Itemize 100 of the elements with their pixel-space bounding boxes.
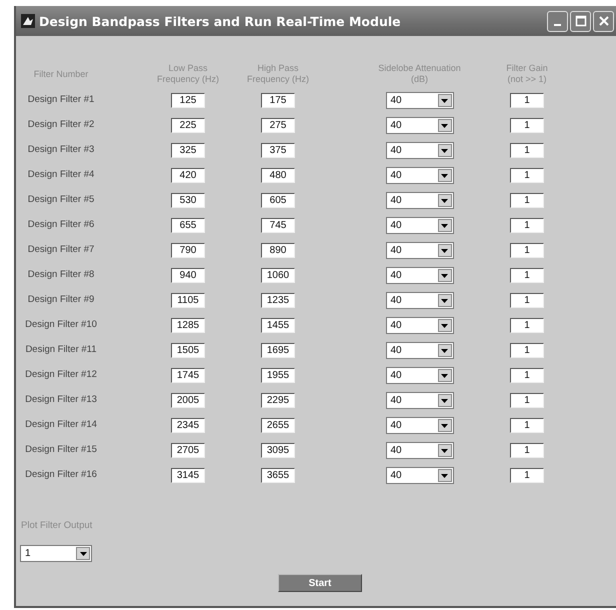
high-frequency-field[interactable]: 890 [261, 243, 295, 258]
high-frequency-field[interactable]: 480 [261, 168, 295, 183]
attenuation-dropdown[interactable]: 40 [386, 117, 454, 134]
column-header: High Pass Frequency (Hz) [246, 63, 310, 85]
attenuation-dropdown[interactable]: 40 [386, 467, 454, 484]
gain-field[interactable]: 1 [510, 368, 544, 383]
attenuation-dropdown[interactable]: 40 [386, 392, 454, 409]
attenuation-dropdown[interactable]: 40 [386, 217, 454, 234]
attenuation-dropdown[interactable]: 40 [386, 267, 454, 284]
start-button[interactable]: Start [278, 574, 362, 592]
low-frequency-field[interactable]: 125 [171, 93, 205, 108]
gain-field[interactable]: 1 [510, 418, 544, 433]
filter-label: Design Filter #11 [24, 344, 98, 354]
low-frequency-field[interactable]: 655 [171, 218, 205, 233]
caret-icon [441, 124, 448, 128]
gain-field[interactable]: 1 [510, 143, 544, 158]
caret-icon [441, 398, 448, 402]
high-frequency-field[interactable]: 175 [261, 93, 295, 108]
low-frequency-field[interactable]: 3145 [171, 468, 205, 483]
attenuation-dropdown[interactable]: 40 [386, 417, 454, 434]
low-frequency-field[interactable]: 1105 [171, 293, 205, 308]
window-title: Design Bandpass Filters and Run Real-Time Module [39, 14, 402, 28]
filter-label: Design Filter #16 [24, 468, 98, 480]
caret-icon [441, 248, 448, 252]
column-header: Filter Number [32, 68, 90, 80]
high-frequency-field[interactable]: 605 [261, 193, 295, 208]
low-frequency-field[interactable]: 325 [171, 143, 205, 158]
high-frequency-field[interactable]: 1060 [261, 268, 295, 283]
close-button[interactable] [593, 10, 614, 32]
high-frequency-field[interactable]: 745 [261, 218, 295, 233]
filter-label: Design Filter #4 [26, 168, 96, 180]
attenuation-dropdown[interactable]: 40 [386, 242, 454, 259]
filter-label: Design Filter #7 [26, 244, 96, 254]
high-frequency-field[interactable]: 375 [261, 143, 295, 158]
gain-field[interactable]: 1 [510, 393, 544, 408]
low-frequency-field[interactable]: 1745 [171, 368, 205, 383]
low-frequency-field[interactable]: 1505 [171, 343, 205, 358]
close-icon [598, 15, 610, 27]
low-frequency-field[interactable]: 790 [171, 243, 205, 258]
filter-label: Design Filter #10 [24, 318, 98, 330]
filter-label: Design Filter #8 [26, 268, 96, 280]
gain-field[interactable]: 1 [510, 118, 544, 133]
gain-field[interactable]: 1 [510, 193, 544, 208]
high-frequency-field[interactable]: 3655 [261, 468, 295, 483]
high-frequency-field[interactable]: 3095 [261, 443, 295, 458]
attenuation-dropdown[interactable]: 40 [386, 292, 454, 309]
filter-label: Design Filter #9 [26, 294, 96, 304]
gain-field[interactable]: 1 [510, 468, 544, 483]
filter-label: Design Filter #14 [24, 418, 98, 430]
high-frequency-field[interactable]: 1235 [261, 293, 295, 308]
caret-icon [441, 298, 448, 302]
caret-icon [441, 424, 448, 428]
filter-label: Design Filter #15 [24, 444, 98, 454]
gain-field[interactable]: 1 [510, 168, 544, 183]
column-header: Filter Gain (not >> 1) [505, 63, 549, 85]
gain-field[interactable]: 1 [510, 443, 544, 458]
gain-field[interactable]: 1 [510, 318, 544, 333]
gain-field[interactable]: 1 [510, 268, 544, 283]
minimize-button[interactable] [547, 10, 568, 32]
low-frequency-field[interactable]: 2005 [171, 393, 205, 408]
high-frequency-field[interactable]: 2295 [261, 393, 295, 408]
attenuation-dropdown[interactable]: 40 [386, 167, 454, 184]
low-frequency-field[interactable]: 225 [171, 118, 205, 133]
filter-label: Design Filter #2 [26, 118, 96, 130]
filter-label: Design Filter #12 [24, 368, 98, 380]
gain-field[interactable]: 1 [510, 243, 544, 258]
attenuation-dropdown[interactable]: 40 [386, 192, 454, 209]
minimize-icon [554, 24, 561, 26]
attenuation-dropdown[interactable]: 40 [386, 367, 454, 384]
gain-field[interactable]: 1 [510, 293, 544, 308]
column-header: Sidelobe Attenuation (dB) [377, 63, 462, 85]
gain-field[interactable]: 1 [510, 343, 544, 358]
low-frequency-field[interactable]: 420 [171, 168, 205, 183]
gain-field[interactable]: 1 [510, 218, 544, 233]
low-frequency-field[interactable]: 1285 [171, 318, 205, 333]
gain-field[interactable]: 1 [510, 93, 544, 108]
low-frequency-field[interactable]: 2705 [171, 443, 205, 458]
attenuation-dropdown[interactable]: 40 [386, 442, 454, 459]
low-frequency-field[interactable]: 2345 [171, 418, 205, 433]
caret-icon [441, 448, 448, 452]
attenuation-dropdown[interactable]: 40 [386, 142, 454, 159]
low-frequency-field[interactable]: 940 [171, 268, 205, 283]
attenuation-dropdown[interactable]: 40 [386, 92, 454, 109]
column-header: Low Pass Frequency (Hz) [156, 63, 220, 85]
high-frequency-field[interactable]: 1955 [261, 368, 295, 383]
caret-icon [441, 274, 448, 278]
high-frequency-field[interactable]: 275 [261, 118, 295, 133]
caret-icon [441, 348, 448, 352]
plot-output-dropdown[interactable]: 1 [20, 545, 92, 562]
high-frequency-field[interactable]: 1455 [261, 318, 295, 333]
low-frequency-field[interactable]: 530 [171, 193, 205, 208]
maximize-button[interactable] [570, 10, 591, 32]
attenuation-dropdown[interactable]: 40 [386, 342, 454, 359]
filter-label: Design Filter #6 [26, 218, 96, 230]
plot-output-label: Plot Filter Output [21, 520, 94, 531]
high-frequency-field[interactable]: 2655 [261, 418, 295, 433]
caret-icon [441, 224, 448, 228]
attenuation-dropdown[interactable]: 40 [386, 317, 454, 334]
high-frequency-field[interactable]: 1695 [261, 343, 295, 358]
caret-icon [441, 474, 448, 478]
